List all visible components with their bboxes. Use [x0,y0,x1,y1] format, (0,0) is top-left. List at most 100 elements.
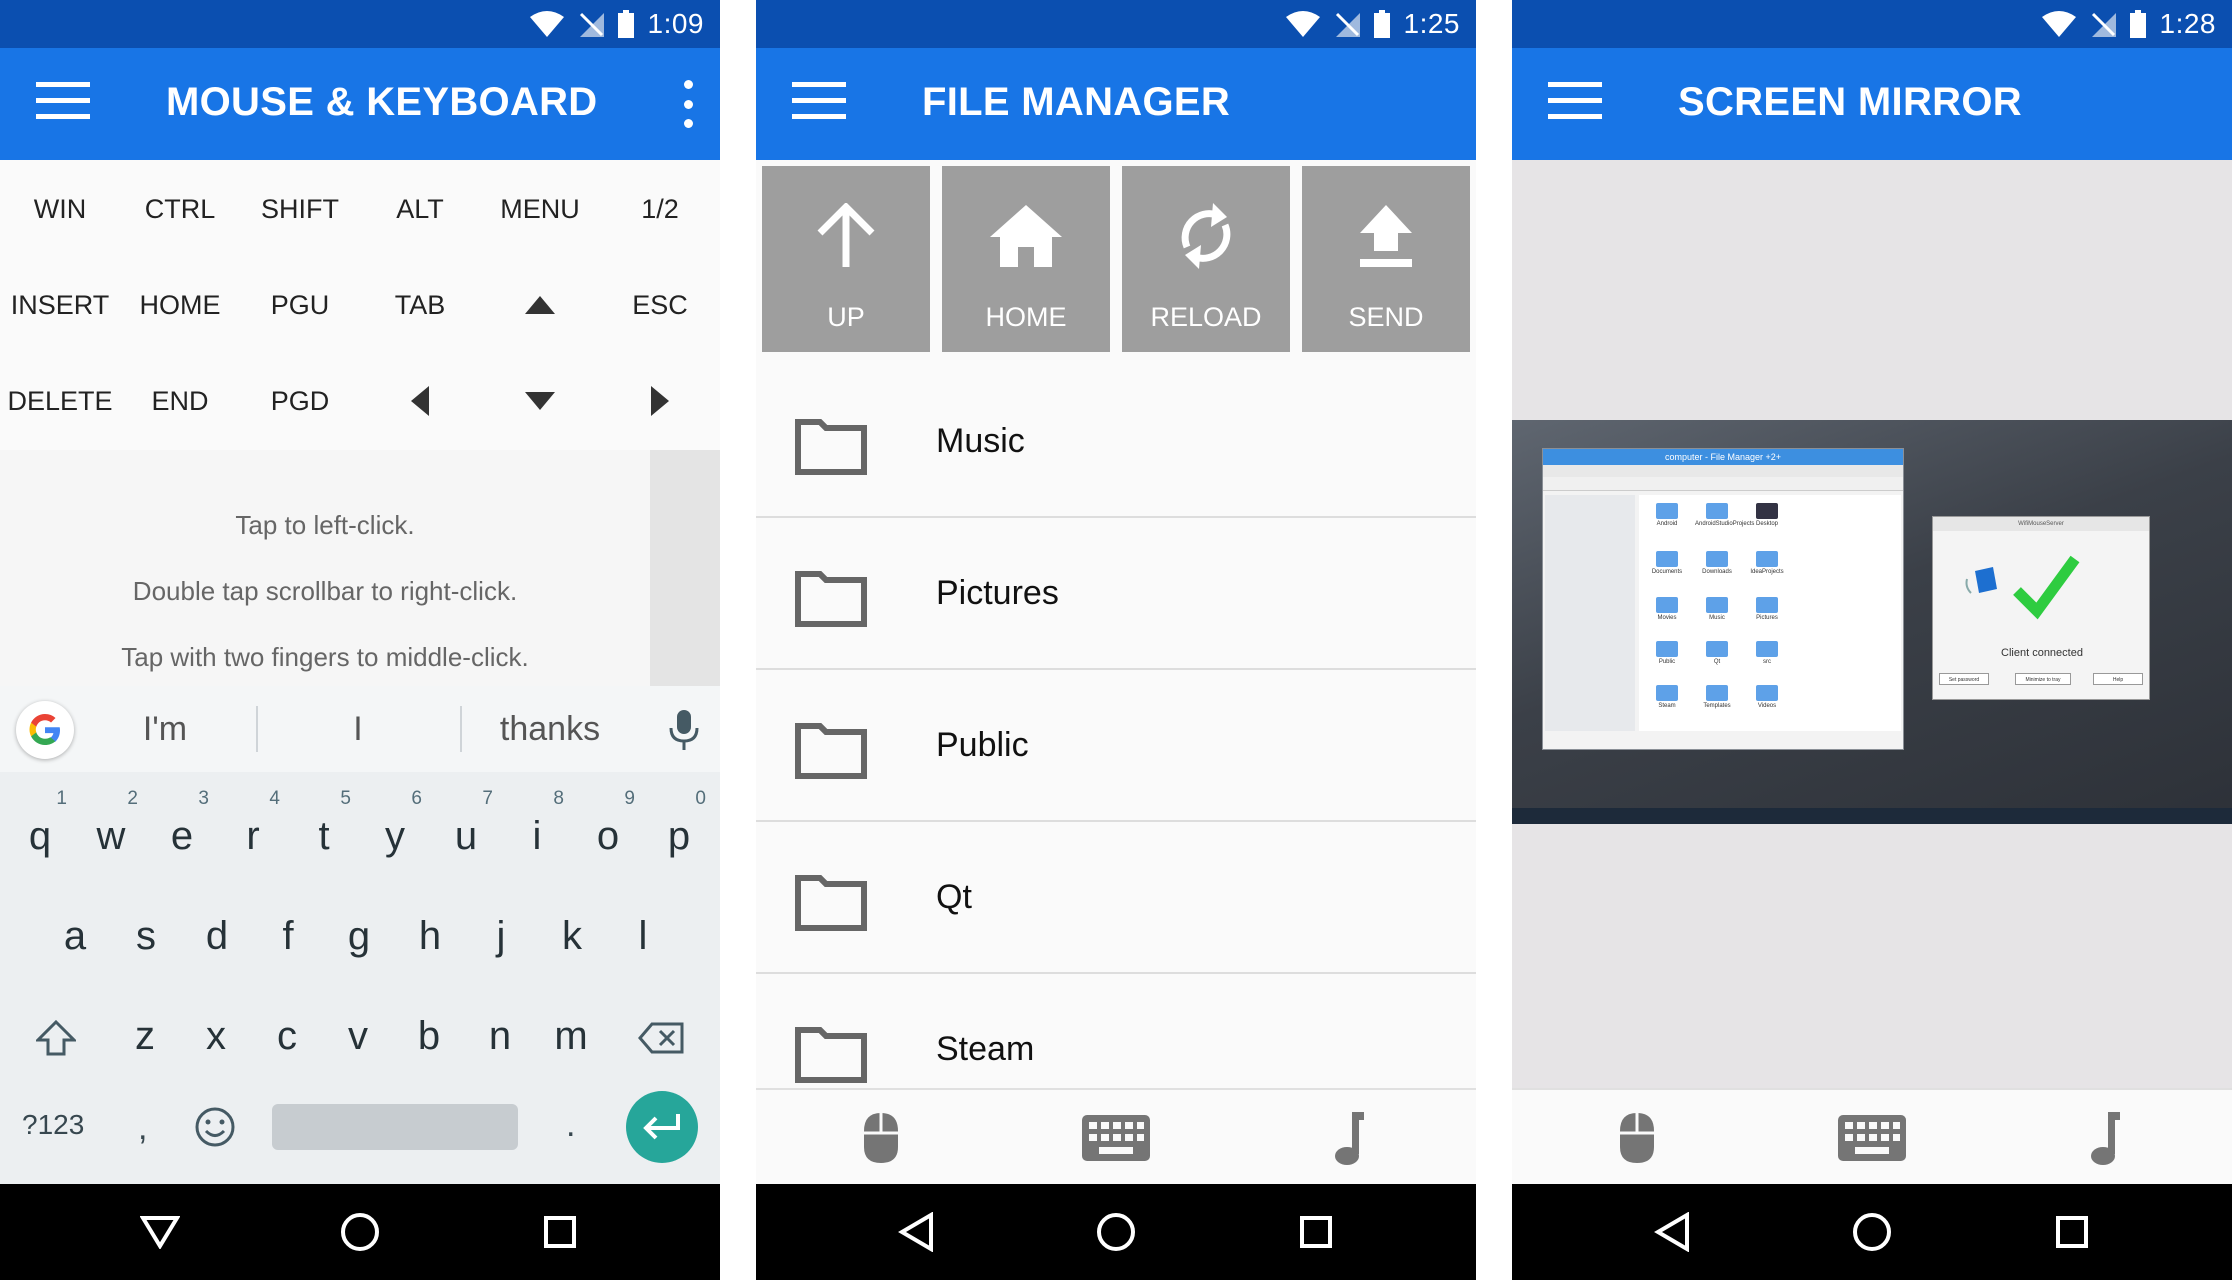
comma-key[interactable]: , [138,1109,147,1148]
key-r[interactable]: 4r [220,788,286,870]
back-button[interactable] [1644,1204,1700,1260]
key-h[interactable]: h [397,890,463,970]
mirrored-file: Public [1645,641,1689,665]
key-f[interactable]: f [255,890,321,970]
key-p[interactable]: 0p [646,788,712,870]
key-win[interactable]: WIN [0,179,120,239]
folder-row[interactable]: Music [756,366,1476,518]
navigation-bar [756,1184,1476,1280]
key-m[interactable]: m [538,990,604,1070]
key-arrow-right[interactable] [600,371,720,431]
key-n[interactable]: n [467,990,533,1070]
mirrored-file: IdeaProjects [1745,551,1789,575]
more-options-icon[interactable] [682,80,694,128]
key-i[interactable]: 8i [504,788,570,870]
back-button[interactable] [888,1204,944,1260]
recents-button[interactable] [2044,1204,2100,1260]
home-folder-button[interactable]: HOME [942,166,1110,352]
mouse-tab[interactable] [851,1108,911,1168]
touchpad-area[interactable]: Tap to left-click. Double tap scrollbar … [0,450,650,686]
menu-icon[interactable] [792,82,850,126]
recents-button[interactable] [532,1204,588,1260]
key-pgu[interactable]: PGU [240,275,360,335]
key-menu[interactable]: MENU [480,179,600,239]
key-ctrl[interactable]: CTRL [120,179,240,239]
key-a[interactable]: a [42,890,108,970]
key-e[interactable]: 3e [149,788,215,870]
key-y[interactable]: 6y [362,788,428,870]
key-arrow-up[interactable] [480,275,600,335]
enter-key[interactable] [626,1091,698,1163]
recents-button[interactable] [1288,1204,1344,1260]
back-triangle-icon [898,1212,933,1252]
key-shift[interactable]: SHIFT [240,179,360,239]
key-alt[interactable]: ALT [360,179,480,239]
key-v[interactable]: v [325,990,391,1070]
battery-icon [617,10,634,38]
suggestion-divider [256,706,258,752]
key-l[interactable]: l [610,890,676,970]
key-o[interactable]: 9o [575,788,641,870]
reload-button[interactable]: RELOAD [1122,166,1290,352]
touch-scrollbar[interactable] [650,450,720,686]
emoji-icon[interactable] [194,1106,236,1148]
key-arrow-down[interactable] [480,371,600,431]
key-esc[interactable]: ESC [600,275,720,335]
menu-icon[interactable] [36,82,94,126]
key-g[interactable]: g [326,890,392,970]
key-page-toggle[interactable]: 1/2 [600,179,720,239]
key-c[interactable]: c [254,990,320,1070]
key-z[interactable]: z [112,990,178,1070]
folder-row[interactable]: Pictures [756,518,1476,670]
keyboard-tab[interactable] [1834,1108,1910,1168]
google-icon[interactable] [16,701,74,759]
folder-row[interactable]: Public [756,670,1476,822]
home-button[interactable] [1088,1204,1144,1260]
send-button[interactable]: SEND [1302,166,1470,352]
media-tab[interactable] [2074,1108,2134,1168]
shift-key[interactable] [22,990,88,1070]
key-x[interactable]: x [183,990,249,1070]
symbols-key[interactable]: ?123 [22,1109,84,1141]
key-w[interactable]: 2w [78,788,144,870]
microphone-icon[interactable] [664,708,704,752]
folder-row[interactable]: Qt [756,822,1476,974]
soft-keyboard: I'm I thanks 1q 2w 3e 4r 5t 6y 7u 8i 9o … [0,686,720,1184]
home-button[interactable] [332,1204,388,1260]
suggestion-1[interactable]: I'm [90,710,240,749]
mirrored-sidebar [1545,495,1635,731]
suggestion-2[interactable]: I [280,710,436,749]
back-button[interactable] [132,1204,188,1260]
key-u[interactable]: 7u [433,788,499,870]
key-insert[interactable]: INSERT [0,275,120,335]
key-home[interactable]: HOME [120,275,240,335]
folder-row[interactable]: Steam [756,974,1476,1088]
key-delete[interactable]: DELETE [0,371,120,431]
home-button[interactable] [1844,1204,1900,1260]
key-d[interactable]: d [184,890,250,970]
mouse-icon [864,1113,898,1163]
mouse-tab[interactable] [1607,1108,1667,1168]
suggestion-3[interactable]: thanks [474,710,626,749]
key-j[interactable]: j [468,890,534,970]
key-t[interactable]: 5t [291,788,357,870]
mirrored-file: Steam [1645,685,1689,709]
key-s[interactable]: s [113,890,179,970]
keyboard-tab[interactable] [1078,1108,1154,1168]
backspace-key[interactable] [628,990,694,1070]
menu-icon[interactable] [1548,82,1606,126]
key-q[interactable]: 1q [7,788,73,870]
up-button[interactable]: UP [762,166,930,352]
key-b[interactable]: b [396,990,462,1070]
back-triangle-icon [1654,1212,1689,1252]
key-k[interactable]: k [539,890,605,970]
period-key[interactable]: . [566,1106,575,1145]
mouse-keyboard-screen: 1:09 MOUSE & KEYBOARD WIN CTRL SHIFT ALT… [0,0,720,1280]
key-tab[interactable]: TAB [360,275,480,335]
key-arrow-left[interactable] [360,371,480,431]
mirrored-desktop[interactable]: computer - File Manager +2+ Android Andr… [1512,420,2232,824]
media-tab[interactable] [1318,1108,1378,1168]
key-pgd[interactable]: PGD [240,371,360,431]
space-bar[interactable] [272,1104,518,1150]
key-end[interactable]: END [120,371,240,431]
